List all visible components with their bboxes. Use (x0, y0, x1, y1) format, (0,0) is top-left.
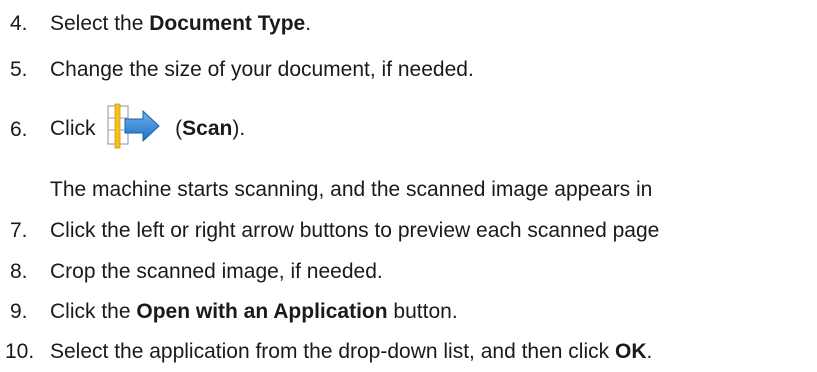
step-text: Select the application from the drop-dow… (50, 340, 653, 363)
scan-icon (105, 102, 163, 150)
step-number: 7. (10, 219, 28, 242)
step-number: 5. (10, 58, 28, 81)
step-number: 10. (5, 340, 35, 363)
ui-term: Open with an Application (136, 300, 388, 323)
step-number: 6. (10, 118, 28, 141)
step-number: 4. (10, 12, 28, 35)
step-text: Click the Open with an Application butto… (50, 300, 458, 323)
ui-term: Scan (182, 117, 233, 140)
ui-term: OK (614, 340, 647, 363)
step-text: Crop the scanned image, if needed. (50, 260, 383, 283)
ui-term: Document Type (149, 12, 306, 35)
step-text: Change the size of your document, if nee… (50, 58, 474, 81)
step-text: Select the Document Type. (50, 12, 312, 35)
step-number: 9. (10, 300, 28, 323)
step-6-note: The machine starts scanning, and the sca… (50, 178, 653, 201)
step-text: Click (Scan). (50, 102, 245, 153)
step-text: Click the left or right arrow buttons to… (50, 219, 660, 242)
step-number: 8. (10, 260, 28, 283)
